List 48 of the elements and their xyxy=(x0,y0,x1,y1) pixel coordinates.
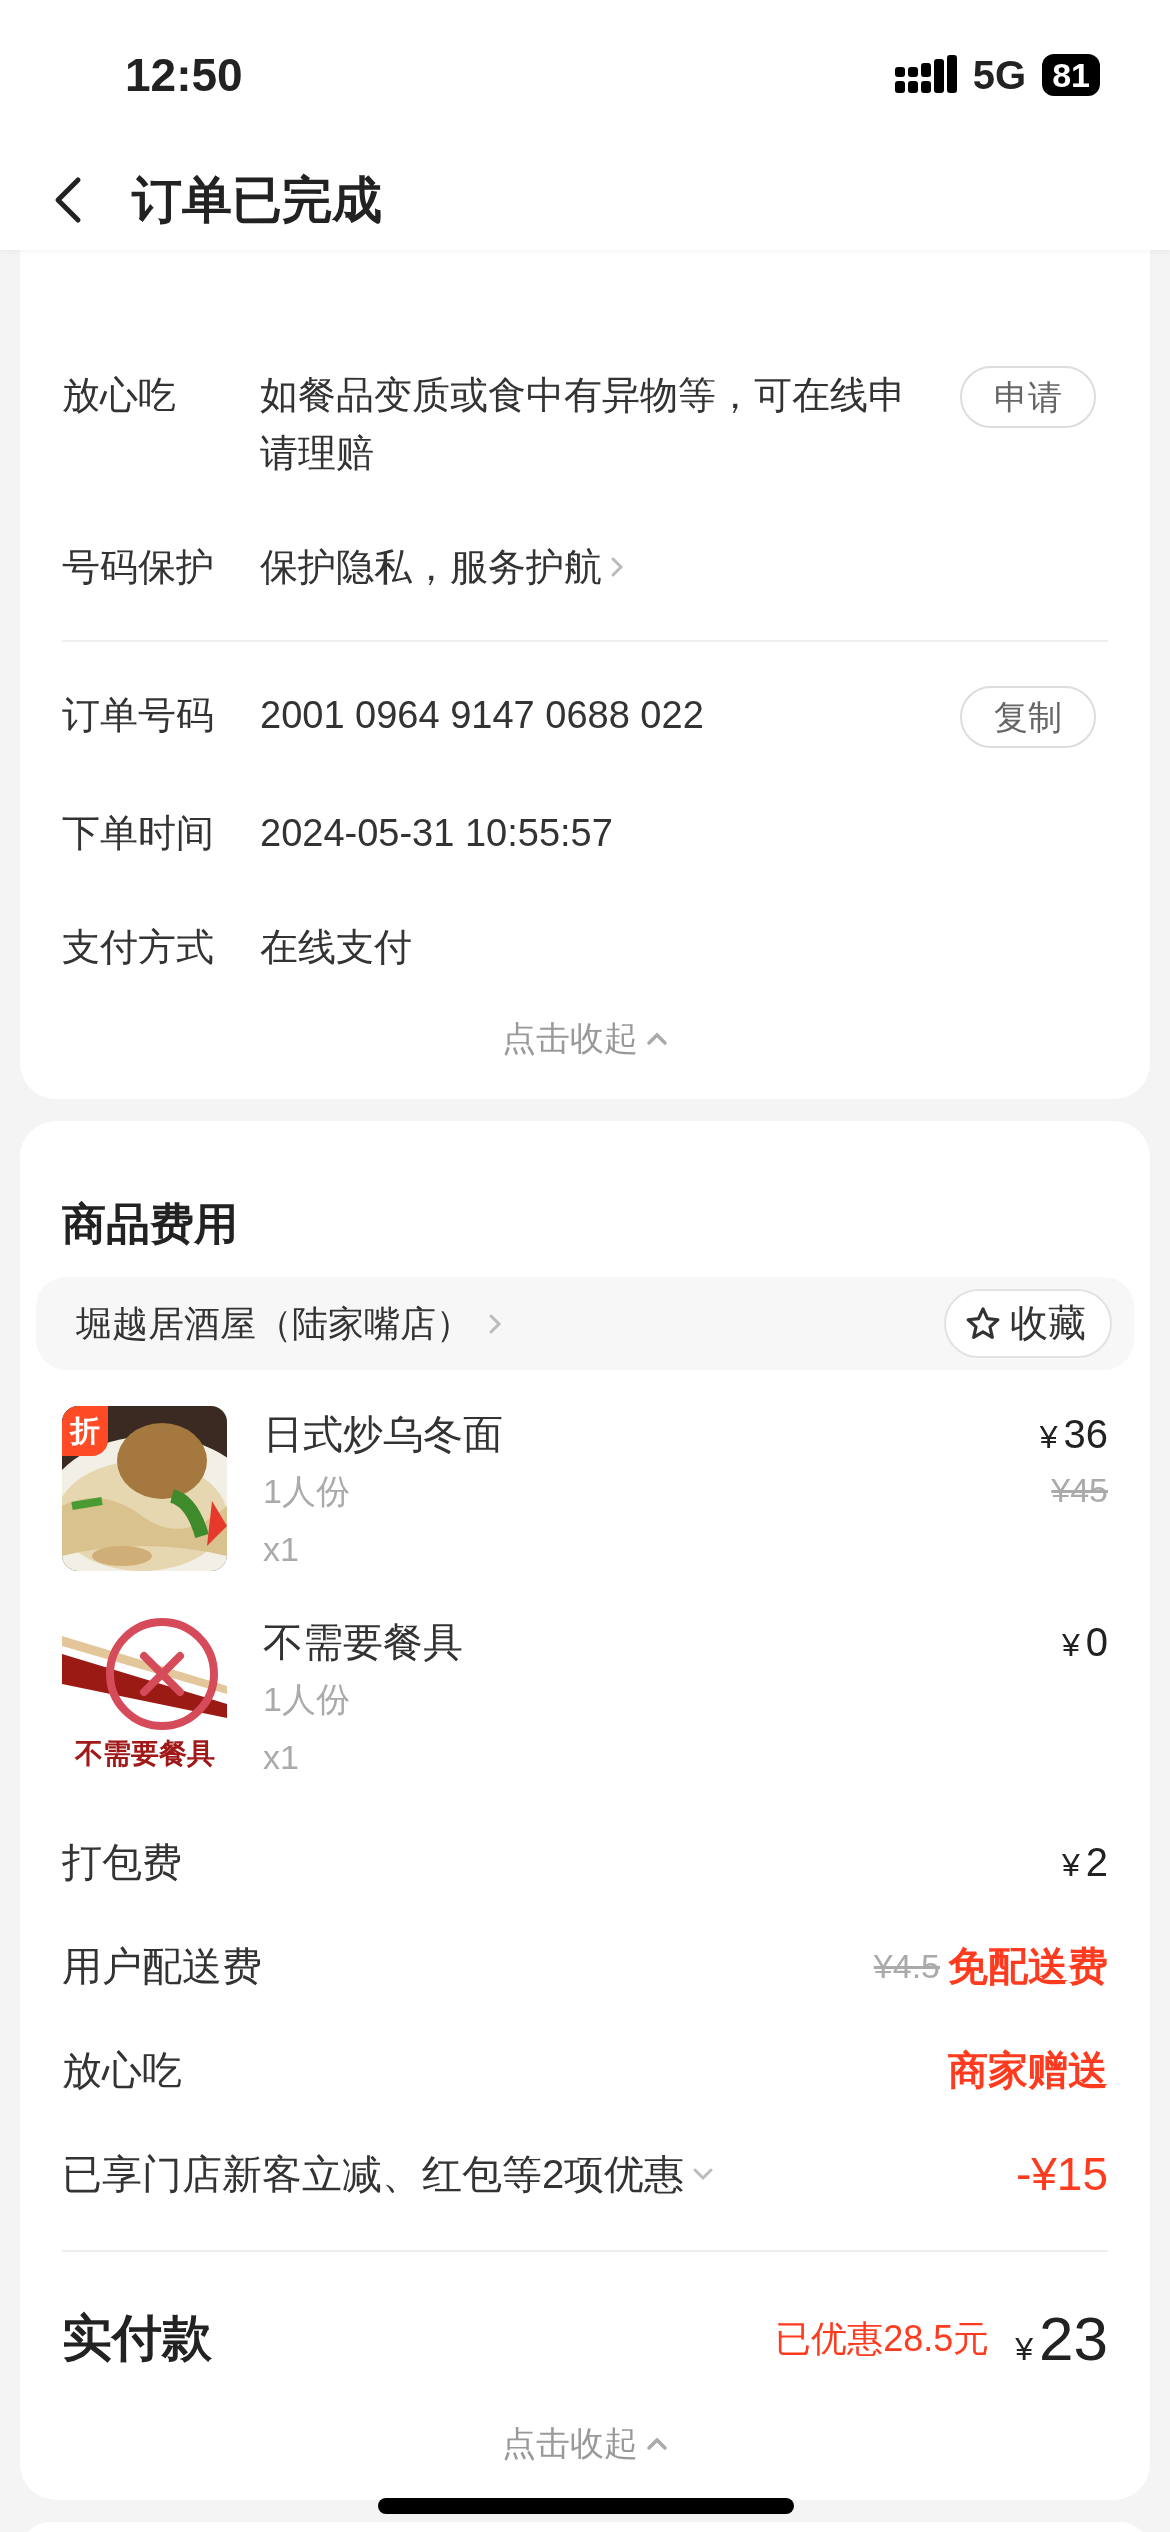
network-label: 5G xyxy=(972,52,1027,99)
field-value: 如餐品变质或食中有异物等，可在线申请理赔 xyxy=(260,373,907,476)
favorite-button[interactable]: 收藏 xyxy=(944,1289,1112,1358)
field-label: 号码保护 xyxy=(62,545,215,590)
savings-text: 已优惠28.5元 xyxy=(775,2316,990,2361)
signal-icon xyxy=(894,55,957,95)
image-caption: 不需要餐具 xyxy=(73,1737,216,1771)
action-button[interactable]: 申请 xyxy=(960,366,1096,428)
item-name: 不需要餐具 xyxy=(263,1619,464,1666)
field-label: 订单号码 xyxy=(62,693,215,738)
fee-label: 用户配送费 xyxy=(62,1943,262,1990)
fee-value: ¥2 xyxy=(1061,1839,1108,1886)
item-quantity: x1 xyxy=(263,1529,300,1570)
original-price: ¥45 xyxy=(1051,1470,1108,1511)
item-portion: 1人份 xyxy=(263,1471,351,1512)
field-label: 支付方式 xyxy=(62,925,215,970)
chevron-up-icon[interactable] xyxy=(646,1031,668,1046)
page-title: 订单已完成 xyxy=(132,170,382,230)
item-quantity: x1 xyxy=(263,1737,300,1778)
fee-value: 商家赠送 xyxy=(948,2047,1108,2094)
store-link[interactable]: 堀越居酒屋（陆家嘴店） xyxy=(76,1296,502,1351)
chevron-down-icon[interactable] xyxy=(692,2167,715,2181)
battery-level: 81 xyxy=(1042,54,1100,96)
total-label: 实付款 xyxy=(62,2309,212,2368)
field-label: 下单时间 xyxy=(62,811,215,856)
discount-amount: -¥15 xyxy=(1015,2146,1108,2202)
total-amount: ¥23 xyxy=(1015,2303,1108,2375)
field-label: 放心吃 xyxy=(62,373,177,418)
original-price: ¥4.5 xyxy=(873,1945,940,1987)
fee-label: 放心吃 xyxy=(62,2047,182,2094)
item-name: 日式炒乌冬面 xyxy=(263,1411,504,1458)
chevron-right-icon[interactable] xyxy=(488,1312,502,1335)
item-price: ¥36 xyxy=(1039,1411,1108,1458)
chevron-right-icon[interactable] xyxy=(610,556,624,578)
clock-time: 12:50 xyxy=(125,47,243,103)
field-value: 2024-05-31 10:55:57 xyxy=(260,811,613,856)
field-value: 保护隐私，服务护航 xyxy=(260,545,602,590)
discount-tag: 折 xyxy=(62,1406,108,1456)
field-value: 2001 0964 9147 0688 022 xyxy=(260,693,704,738)
fee-label: 已享门店新客立减、红包等2项优惠 xyxy=(62,2151,685,2198)
item-portion: 1人份 xyxy=(263,1679,351,1720)
field-value: 在线支付 xyxy=(260,925,412,970)
section-title: 商品费用 xyxy=(61,1198,239,1250)
action-button[interactable]: 复制 xyxy=(960,686,1096,748)
fee-value: 免配送费 xyxy=(948,1943,1108,1990)
fee-label: 打包费 xyxy=(62,1839,182,1886)
item-price: ¥0 xyxy=(1061,1619,1108,1666)
chevron-up-icon[interactable] xyxy=(646,2436,668,2451)
